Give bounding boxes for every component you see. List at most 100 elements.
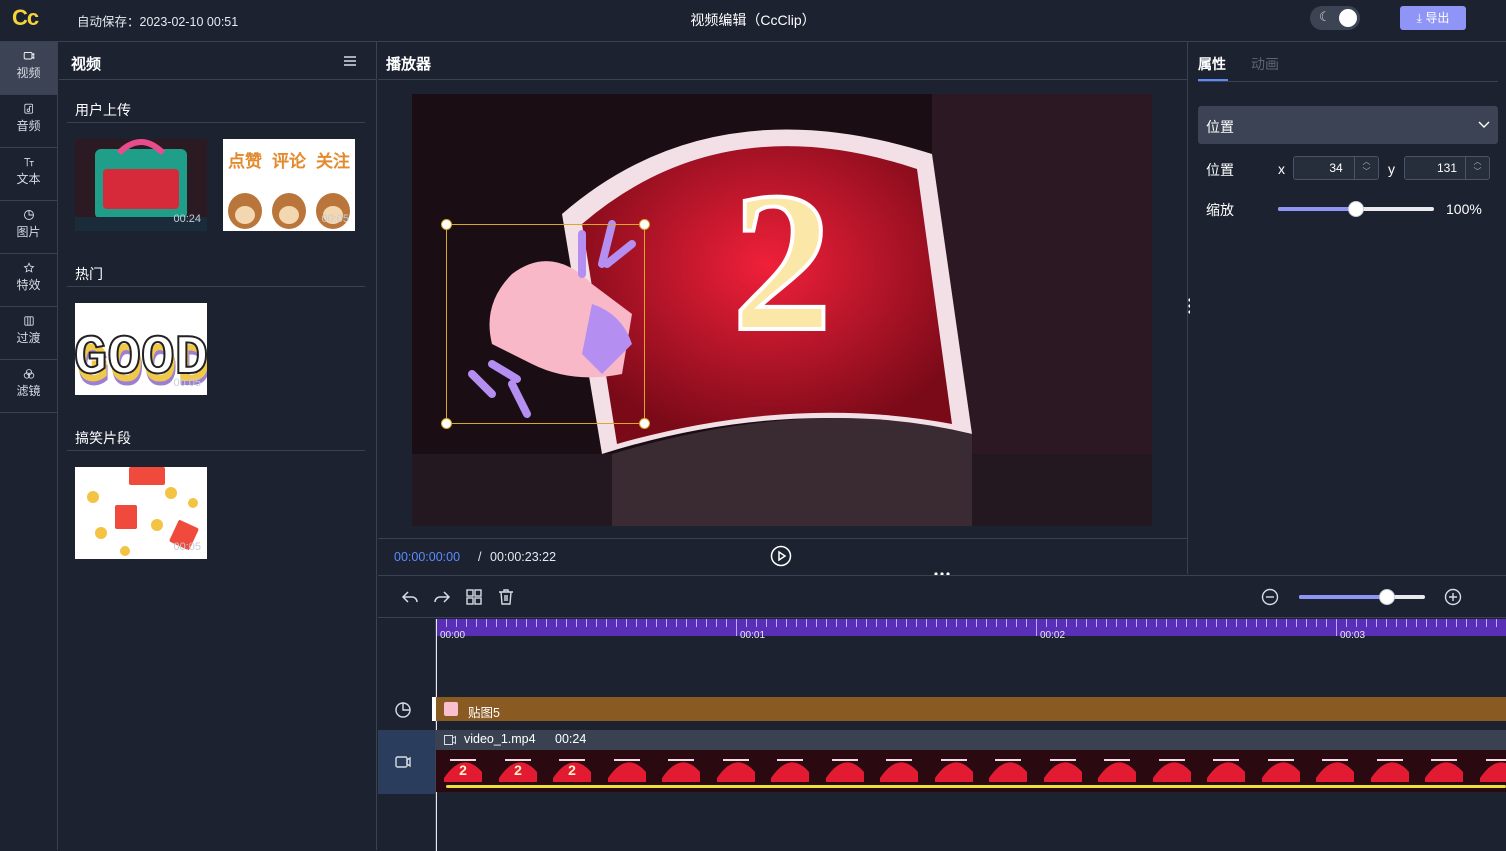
split-icon[interactable] [465,588,483,606]
transition-icon [19,307,39,327]
nav-item-text[interactable]: 文本 [0,148,57,201]
ruler-tick [1156,619,1157,627]
zoom-slider[interactable] [1299,595,1425,599]
ruler-tick [1066,619,1067,627]
export-button[interactable]: ⤓ 导出 [1400,6,1466,30]
ruler-tick [656,619,657,627]
ruler-tick [1106,619,1107,627]
ruler-tick [1016,619,1017,627]
svg-text:2: 2 [568,762,576,778]
x-label: x [1278,161,1285,177]
sticker-selection-box[interactable] [446,224,645,424]
ruler-tick [1376,619,1377,627]
media-thumb-good[interactable]: GOOD GOOD GOOD 00:05 [75,303,207,395]
ruler-tick [456,619,457,627]
resize-handle-bottom-right[interactable] [639,418,650,429]
ruler-tick [906,619,907,627]
ruler-tick [556,619,557,627]
x-value: 34 [1329,161,1342,175]
ruler-tick [1316,619,1317,627]
ruler-tick [876,619,877,627]
ruler-tick [546,619,547,627]
nav-item-image[interactable]: 图片 [0,201,57,254]
timeline-ruler[interactable]: 00:0000:0100:0200:03 [436,619,1506,636]
y-input[interactable]: 131 ︿﹀ [1404,156,1490,180]
clip-duration: 00:05 [321,213,349,225]
theme-toggle[interactable]: ☾ [1310,6,1360,30]
ruler-tick [636,619,637,627]
nav-item-effects[interactable]: 特效 [0,254,57,307]
track-headers [378,619,436,851]
export-label: 导出 [1425,11,1449,25]
video-track-header[interactable] [378,730,435,794]
ruler-tick [1076,619,1077,627]
ruler-tick [1246,619,1247,627]
scale-slider[interactable] [1278,207,1434,211]
undo-icon[interactable] [401,588,419,606]
nav-label-image: 图片 [0,223,57,240]
ruler-tick [966,619,967,627]
zoom-slider-knob[interactable] [1379,589,1395,605]
ruler-tick [836,619,837,627]
resize-handle-top-right[interactable] [639,219,650,230]
media-thumb-video[interactable]: 00:24 [75,139,207,231]
video-preview[interactable]: 2 [412,94,1152,526]
ruler-tick [446,619,447,627]
zoom-out-icon[interactable] [1261,588,1279,606]
media-thumb-sticker[interactable]: 点赞 评论 关注 00:05 [223,139,355,231]
y-stepper[interactable]: ︿﹀ [1465,157,1489,179]
resize-handle-bottom-left[interactable] [441,418,452,429]
play-icon[interactable] [770,545,792,567]
clip-duration: 00:05 [173,541,201,553]
tab-properties[interactable]: 属性 [1198,54,1226,74]
ruler-tick [716,619,717,627]
ruler-tick [756,619,757,627]
x-stepper[interactable]: ︿﹀ [1354,157,1378,179]
nav-label-video: 视频 [0,64,57,81]
sticker-clip-thumb [444,702,458,716]
nav-item-video[interactable]: 视频 [0,42,57,95]
y-label: y [1388,161,1395,177]
ruler-tick [816,619,817,627]
music-icon [19,95,39,115]
nav-item-transition[interactable]: 过渡 [0,307,57,360]
video-clip[interactable]: video_1.mp4 00:24 222 [436,730,1506,792]
image-icon [19,201,39,221]
sticker-word-like: 点赞 [228,151,262,171]
tab-animation[interactable]: 动画 [1251,54,1279,74]
ruler-tick [666,619,667,627]
ruler-tick [1126,619,1127,627]
ruler-tick [496,619,497,627]
ruler-tick [706,619,707,627]
sticker-clip[interactable]: 贴图5 [432,697,1506,721]
media-thumb-coins[interactable]: 00:05 [75,467,207,559]
position-accordion[interactable]: 位置 [1198,106,1498,144]
x-input[interactable]: 34 ︿﹀ [1293,156,1379,180]
svg-text:2: 2 [732,152,832,373]
effects-icon [19,254,39,274]
nav-item-filter[interactable]: 滤镜 [0,360,57,413]
ruler-tick [846,619,847,627]
total-time: 00:00:23:22 [490,550,556,564]
ruler-tick [1286,619,1287,627]
ruler-tick [1486,619,1487,627]
zoom-in-icon[interactable] [1444,588,1462,606]
ruler-label: 00:00 [440,630,465,641]
ruler-tick [1256,619,1257,627]
ruler-tick [566,619,567,627]
ruler-tick [536,619,537,627]
sticker-word-comment: 评论 [272,151,307,171]
scale-slider-knob[interactable] [1348,201,1364,217]
delete-icon[interactable] [497,588,515,606]
ruler-tick [786,619,787,627]
ruler-label: 00:02 [1040,630,1065,641]
redo-icon[interactable] [433,588,451,606]
resize-handle-top-left[interactable] [441,219,452,230]
zoom-slider-fill [1299,595,1387,599]
ruler-tick [1096,619,1097,627]
ruler-tick [936,619,937,627]
y-value: 131 [1437,161,1457,175]
video-clip-duration: 00:24 [555,732,586,746]
menu-icon[interactable] [344,56,356,66]
nav-item-audio[interactable]: 音频 [0,95,57,148]
